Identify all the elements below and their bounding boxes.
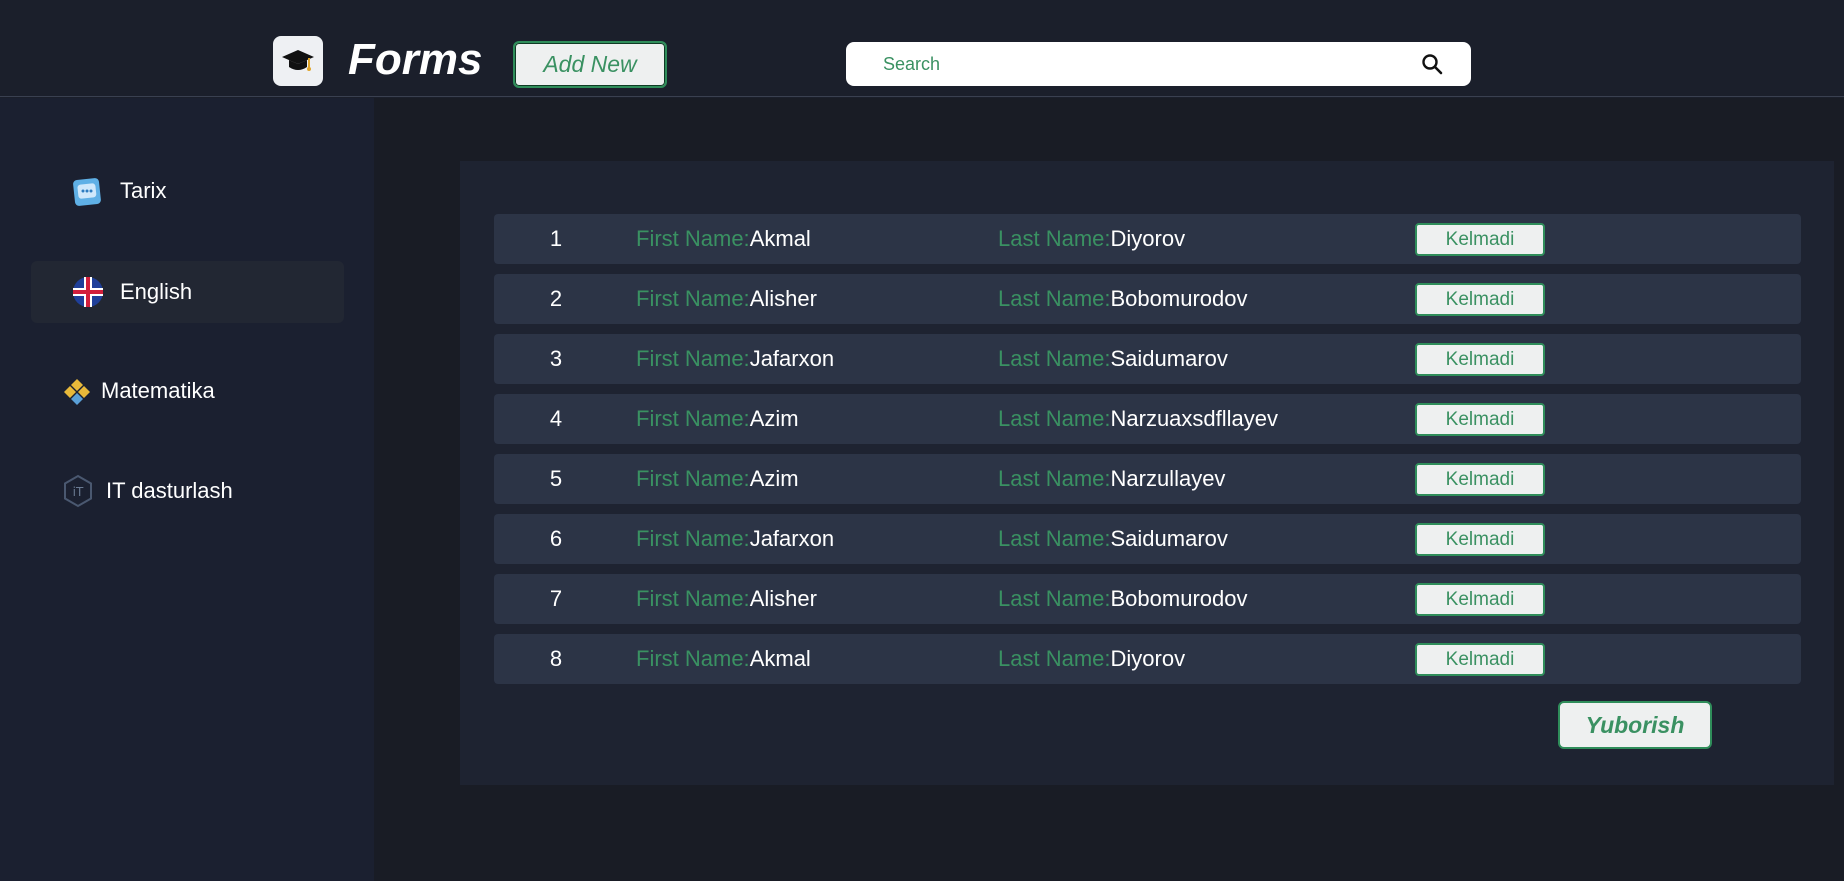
first-name-field: First Name:Azim [636,466,799,492]
table-row: 3 First Name:Jafarxon Last Name:Saidumarov… [494,334,1801,384]
first-name-value: Alisher [749,286,817,311]
last-name-label: Last Name: [998,586,1111,611]
first-name-field: First Name:Azim [636,406,799,432]
table-row: 8 First Name:Akmal Last Name:Diyorov Kelmad… [494,634,1801,684]
submit-button[interactable]: Yuborish [1558,701,1712,749]
last-name-field: Last Name:Narzuaxsdfllayev [998,406,1278,432]
first-name-label: First Name: [636,346,750,371]
first-name-field: First Name:Alisher [636,586,817,612]
last-name-label: Last Name: [998,226,1111,251]
search-input[interactable] [883,42,1403,86]
sidebar-item-label: Matematika [101,378,215,403]
uk-flag-icon [71,275,105,309]
status-toggle-button[interactable]: Kelmadi [1415,343,1545,376]
row-number: 2 [549,286,563,311]
last-name-field: Last Name:Diyorov [998,226,1185,252]
first-name-field: First Name:Jafarxon [636,346,834,372]
last-name-label: Last Name: [998,346,1111,371]
first-name-label: First Name: [636,586,750,611]
search-bar [846,42,1471,86]
last-name-value: Saidumarov [1110,346,1228,371]
first-name-label: First Name: [636,226,750,251]
row-number: 6 [549,526,563,551]
last-name-label: Last Name: [998,406,1111,431]
sidebar-item-label: IT dasturlash [106,478,233,503]
last-name-value: Narzullayev [1110,466,1226,491]
math-diamond-icon [63,378,91,406]
last-name-field: Last Name:Diyorov [998,646,1185,672]
status-toggle-button[interactable]: Kelmadi [1415,463,1545,496]
last-name-field: Last Name:Bobomurodov [998,286,1247,312]
sidebar-item-matematika[interactable]: Matematika [31,360,344,422]
page-title: Forms [348,35,483,84]
sidebar-item-label: Tarix [120,178,167,203]
first-name-field: First Name:Jafarxon [636,526,834,552]
first-name-field: First Name:Alisher [636,286,817,312]
table-row: 5 First Name:Azim Last Name:Narzullayev Kel… [494,454,1801,504]
first-name-value: Jafarxon [749,346,835,371]
status-toggle-button[interactable]: Kelmadi [1415,223,1545,256]
last-name-label: Last Name: [998,286,1111,311]
first-name-value: Azim [749,466,799,491]
first-name-label: First Name: [636,526,750,551]
sidebar-item-english[interactable]: English [31,261,344,323]
sidebar-item-tarix[interactable]: Tarix [31,160,344,222]
sidebar-item-label: English [120,279,193,304]
first-name-label: First Name: [636,286,750,311]
last-name-value: Saidumarov [1110,526,1228,551]
table-row: 6 First Name:Jafarxon Last Name:Saidumarov… [494,514,1801,564]
status-toggle-button[interactable]: Kelmadi [1415,583,1545,616]
first-name-label: First Name: [636,646,750,671]
table-row: 2 First Name:Alisher Last Name:Bobomurodov… [494,274,1801,324]
status-toggle-button[interactable]: Kelmadi [1415,643,1545,676]
last-name-value: Narzuaxsdfllayev [1110,406,1279,431]
status-toggle-button[interactable]: Kelmadi [1415,523,1545,556]
row-number: 4 [549,406,563,431]
row-number: 5 [549,466,563,491]
row-number: 7 [549,586,563,611]
first-name-field: First Name:Akmal [636,226,811,252]
last-name-field: Last Name:Saidumarov [998,346,1228,372]
status-toggle-button[interactable]: Kelmadi [1415,403,1545,436]
row-number: 8 [549,646,563,671]
last-name-label: Last Name: [998,646,1111,671]
svg-text:iT: iT [73,485,84,499]
row-number: 3 [549,346,563,371]
last-name-field: Last Name:Narzullayev [998,466,1225,492]
sidebar-item-it-dasturlash[interactable]: iT IT dasturlash [31,460,344,522]
last-name-value: Diyorov [1110,646,1186,671]
first-name-value: Alisher [749,586,817,611]
it-hexagon-icon: iT [61,474,95,508]
last-name-label: Last Name: [998,466,1111,491]
graduation-cap-icon [282,50,314,71]
first-name-label: First Name: [636,406,750,431]
last-name-value: Bobomurodov [1110,586,1248,611]
first-name-value: Jafarxon [749,526,835,551]
app-logo [273,36,323,86]
first-name-label: First Name: [636,466,750,491]
row-number: 1 [549,226,563,251]
table-row: 4 First Name:Azim Last Name:Narzuaxsdfllay… [494,394,1801,444]
first-name-value: Akmal [749,226,811,251]
search-icon[interactable] [1420,52,1444,76]
last-name-field: Last Name:Saidumarov [998,526,1228,552]
add-new-button[interactable]: Add New [513,41,667,88]
table-row: 7 First Name:Alisher Last Name:Bobomurodov… [494,574,1801,624]
first-name-field: First Name:Akmal [636,646,811,672]
status-toggle-button[interactable]: Kelmadi [1415,283,1545,316]
chat-bubble-icon [71,175,105,209]
last-name-value: Diyorov [1110,226,1186,251]
table-row: 1 First Name:Akmal Last Name:Diyorov Kelmad… [494,214,1801,264]
last-name-field: Last Name:Bobomurodov [998,586,1247,612]
last-name-value: Bobomurodov [1110,286,1248,311]
last-name-label: Last Name: [998,526,1111,551]
first-name-value: Azim [749,406,799,431]
first-name-value: Akmal [749,646,811,671]
